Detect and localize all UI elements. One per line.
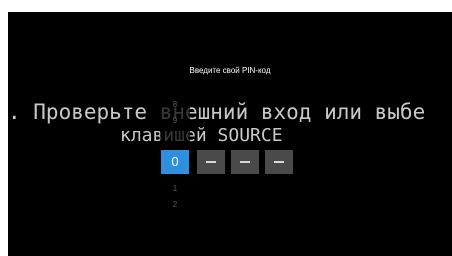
picker-digit-below-1: 1 [172,184,178,193]
tv-screen: . Проверьте внешний вход или выбе клавиш… [8,12,452,256]
pin-digit-3[interactable] [231,150,259,174]
picker-digit-above-2: 8 [172,100,178,109]
empty-slot-dash [240,161,250,163]
empty-slot-dash [274,161,284,163]
pin-dialog-title: Введите свой PIN-код [189,66,271,75]
pin-digit-1-selected[interactable]: 0 [161,150,189,174]
pin-digit-2[interactable] [197,150,225,174]
empty-slot-dash [206,161,216,163]
pin-digit-4[interactable] [265,150,293,174]
no-signal-line-2: клавишей SOURCE [120,125,283,146]
no-signal-line-1: . Проверьте внешний вход или выбе [8,100,426,124]
picker-digit-below-2: 2 [172,200,178,209]
picker-digit-above-1: 9 [172,116,178,125]
